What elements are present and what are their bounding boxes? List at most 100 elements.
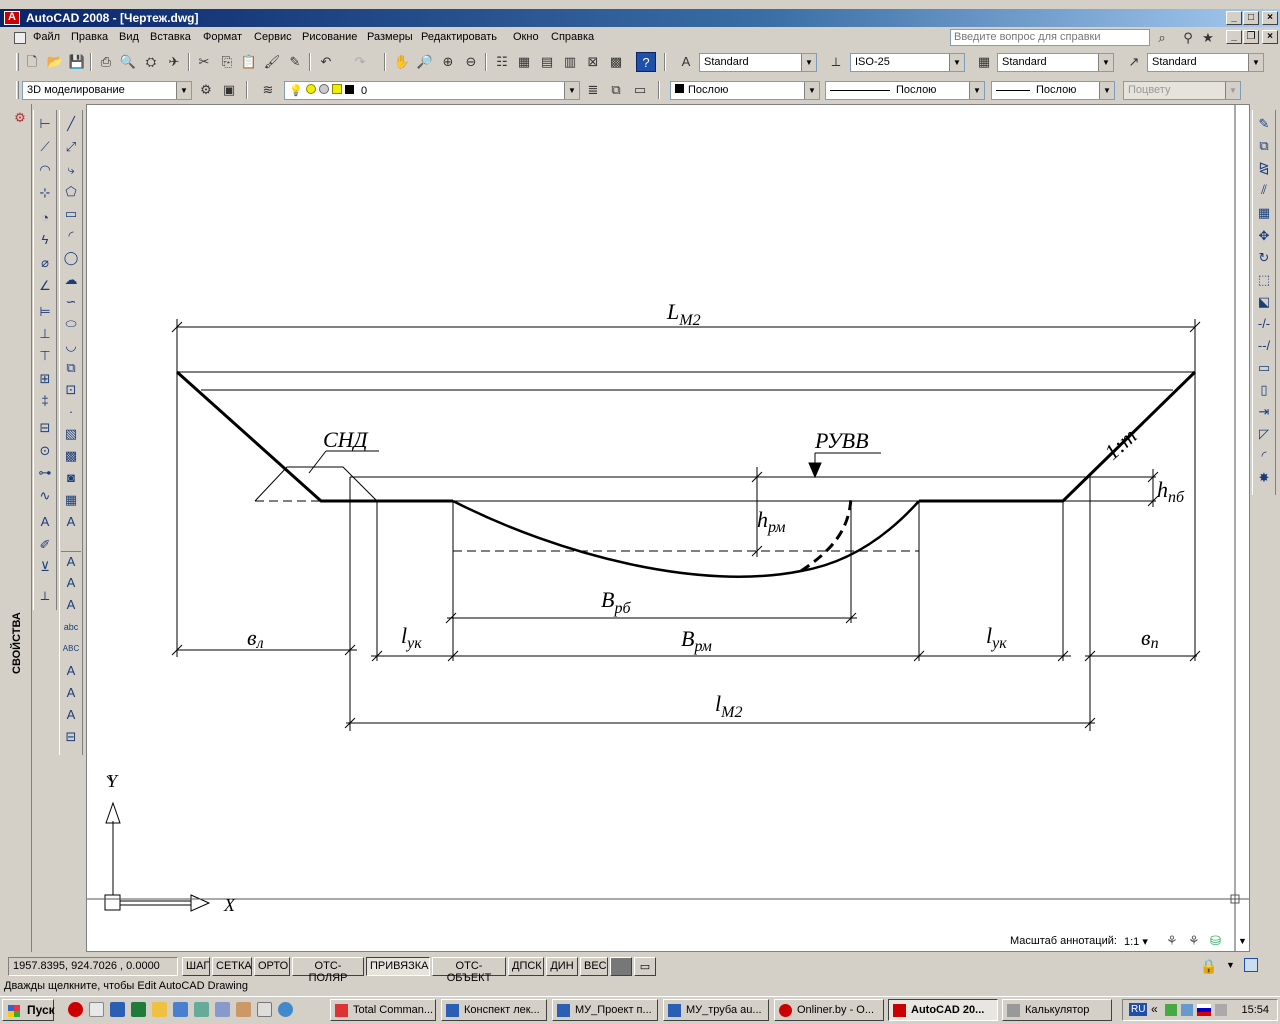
dim-jogged-icon[interactable]: ϟ	[35, 230, 55, 250]
dim-baseline-icon[interactable]: ⊥	[35, 324, 55, 344]
table-icon[interactable]: ▦	[61, 490, 81, 510]
properties-palette-strip[interactable]: ⚙ СВОЙСТВА	[8, 104, 32, 952]
maximize-button[interactable]: □	[1243, 11, 1259, 25]
convert-distance-icon[interactable]: ⊟	[61, 727, 81, 747]
chevron-down-icon[interactable]: ▼	[969, 82, 984, 99]
block-editor-icon[interactable]: ✎	[285, 52, 305, 72]
tray-app-icon[interactable]	[1181, 1004, 1193, 1016]
ducs-toggle[interactable]: ДПСК	[508, 957, 544, 976]
doc-close-button[interactable]: ×	[1262, 30, 1278, 44]
snap-toggle[interactable]: ШАГ	[182, 957, 210, 976]
chevron-down-icon[interactable]: ▼	[804, 82, 819, 99]
menu-file[interactable]: Файл	[33, 31, 60, 43]
linetype-combo[interactable]: Послою ▼	[825, 81, 985, 100]
chevron-down-icon[interactable]: ▼	[176, 82, 191, 99]
dim-text-edit-icon[interactable]: ✐	[35, 535, 55, 555]
paste-icon[interactable]: 📋	[239, 52, 259, 72]
polygon-icon[interactable]: ⬠	[61, 182, 81, 202]
otrack-toggle[interactable]: ОТС-ОБЪЕКТ	[432, 957, 506, 984]
annotation-visibility-icon[interactable]: ⚘	[1166, 933, 1178, 949]
zoom-window-icon[interactable]: ⊕	[438, 52, 458, 72]
open-file-icon[interactable]: 📂	[45, 52, 65, 72]
text-style-icon[interactable]: A	[676, 52, 696, 72]
workspace-settings-icon[interactable]: ⚙	[196, 80, 216, 100]
etransmit-icon[interactable]: ✈	[164, 52, 184, 72]
status-options-icon[interactable]: ▼	[1226, 960, 1235, 970]
polyline-icon[interactable]: ⤷	[61, 160, 81, 180]
workspace-combo[interactable]: 3D моделирование ▼	[22, 81, 192, 100]
tray-network-icon[interactable]	[1165, 1004, 1177, 1016]
annotation-sync-icon[interactable]: ⛁	[1210, 933, 1221, 949]
help-icon[interactable]: ?	[636, 52, 656, 72]
layer-combo[interactable]: 💡 0 ▼	[284, 81, 580, 100]
word-quicklaunch-icon[interactable]	[110, 1002, 125, 1017]
trim-icon[interactable]: -/-	[1254, 314, 1274, 334]
menu-tools[interactable]: Сервис	[254, 31, 292, 43]
dim-ordinate-icon[interactable]: ⊹	[35, 183, 55, 203]
doc-restore-button[interactable]: ❐	[1243, 30, 1259, 44]
multileader-style-icon[interactable]: ↗	[1124, 52, 1144, 72]
ellipse-icon[interactable]: ⬭	[61, 314, 81, 334]
zoom-previous-icon[interactable]: ⊖	[461, 52, 481, 72]
lock-toolbar-icon[interactable]: 🔒	[1200, 958, 1217, 975]
layer-vp-icon[interactable]	[318, 84, 329, 94]
color-combo[interactable]: Послою ▼	[670, 81, 820, 100]
undo-icon[interactable]: ↶	[316, 52, 336, 72]
autocad-app-icon[interactable]	[4, 11, 20, 25]
menu-window[interactable]: Окно	[513, 31, 539, 43]
find-text-icon[interactable]: abc	[61, 617, 81, 637]
excel-quicklaunch-icon[interactable]	[131, 1002, 146, 1017]
model-tab-icon[interactable]	[610, 957, 632, 976]
taskbar-word-lecture[interactable]: Конспект лек...	[441, 999, 547, 1021]
start-button[interactable]: Пуск	[2, 999, 55, 1021]
design-center-icon[interactable]: ▦	[514, 52, 534, 72]
new-file-icon[interactable]: 🗋	[22, 52, 42, 72]
help-search-input[interactable]: Введите вопрос для справки	[950, 29, 1150, 46]
inspection-icon[interactable]: ⊶	[35, 463, 55, 483]
plot-icon[interactable]: ⎙	[96, 52, 116, 72]
edit-text-icon[interactable]: A	[61, 595, 81, 615]
menu-draw[interactable]: Рисование	[302, 31, 357, 43]
make-current-layer-icon[interactable]: ≣	[583, 80, 603, 100]
justify-text-icon[interactable]: A	[61, 705, 81, 725]
coordinates-readout[interactable]: 1957.8395, 924.7026 , 0.0000	[8, 957, 178, 976]
communication-center-icon[interactable]: ⚲	[1178, 28, 1198, 48]
chevron-down-icon[interactable]: ▼	[1248, 54, 1263, 71]
copy-object-icon[interactable]: ⧉	[1254, 136, 1274, 156]
fillet-icon[interactable]: ◜	[1254, 446, 1274, 466]
layer-lock-icon[interactable]	[331, 84, 342, 94]
auto-scale-icon[interactable]: ⚘	[1188, 933, 1200, 949]
dim-radius-icon[interactable]: ◔	[35, 208, 55, 228]
close-button[interactable]: ×	[1262, 11, 1278, 25]
drawing-svg[interactable]: LM2 СНД РУВВ 1:m hпб hрм Bрб вл lук Bрм …	[87, 105, 1250, 952]
break-at-point-icon[interactable]: ▭	[1254, 358, 1274, 378]
grid-toggle[interactable]: СЕТКА	[212, 957, 252, 976]
chevron-down-icon[interactable]: ▼	[564, 82, 579, 99]
desktop-quicklaunch-icon[interactable]	[89, 1002, 104, 1017]
dim-style-combo[interactable]: ISO-25 ▼	[850, 53, 965, 72]
scale-icon[interactable]: ⬚	[1254, 270, 1274, 290]
mtext-icon[interactable]: A	[61, 512, 81, 532]
circle-icon[interactable]: ◯	[61, 248, 81, 268]
dim-update-icon[interactable]: ⊻	[35, 557, 55, 577]
ellipse-arc-icon[interactable]: ◡	[61, 336, 81, 356]
menu-modify[interactable]: Редактировать	[421, 31, 497, 43]
hatch-icon[interactable]: ▧	[61, 424, 81, 444]
dyn-toggle[interactable]: ДИН	[546, 957, 578, 976]
drawing-canvas[interactable]: LM2 СНД РУВВ 1:m hпб hрм Bрб вл lук Bрм …	[86, 104, 1250, 952]
redo-icon[interactable]: ↷	[350, 52, 370, 72]
copy-icon[interactable]: ⎘	[217, 52, 237, 72]
jogged-linear-icon[interactable]: ∿	[35, 486, 55, 506]
join-icon[interactable]: ⇥	[1254, 402, 1274, 422]
taskbar-opera-onliner[interactable]: Onliner.by - O...	[774, 999, 884, 1021]
layer-on-icon[interactable]: 💡	[289, 85, 303, 97]
ortho-toggle[interactable]: ОРТО	[254, 957, 290, 976]
rotate-icon[interactable]: ↻	[1254, 248, 1274, 268]
layout-tab-icon[interactable]: ▭	[634, 957, 656, 976]
taskbar-word-pipe[interactable]: МУ_труба au...	[663, 999, 769, 1021]
chevron-down-icon[interactable]: ▼	[1099, 82, 1114, 99]
notepad-quicklaunch-icon[interactable]	[152, 1002, 167, 1017]
sheet-set-icon[interactable]: ▥	[560, 52, 580, 72]
dim-aligned-icon[interactable]: ⟋	[35, 137, 55, 157]
properties-icon[interactable]: ☷	[492, 52, 512, 72]
